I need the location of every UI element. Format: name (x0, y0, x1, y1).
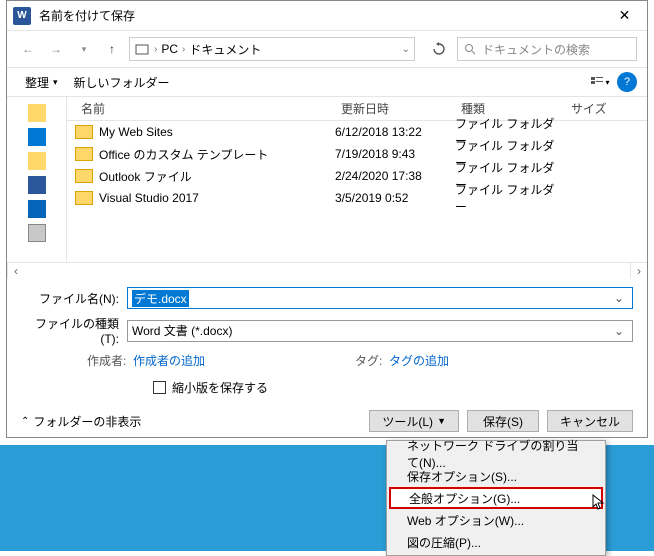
cursor-icon (592, 494, 606, 510)
filetype-value: Word 文書 (*.docx) (132, 322, 610, 339)
folder-icon (75, 147, 93, 161)
breadcrumb[interactable]: › PC › ドキュメント ⌄ (129, 37, 415, 61)
nav-row: ← → ▾ ↑ › PC › ドキュメント ⌄ ドキュメントの検索 (7, 31, 647, 67)
tools-menu: ネットワーク ドライブの割り当て(N)... 保存オプション(S)... 全般オ… (386, 440, 606, 556)
add-author-link[interactable]: 作成者の追加 (133, 354, 205, 368)
search-input[interactable]: ドキュメントの検索 (457, 37, 637, 61)
add-tag-link[interactable]: タグの追加 (389, 354, 449, 368)
thumbnail-checkbox[interactable] (153, 381, 166, 394)
menu-item-compress-pictures[interactable]: 図の圧縮(P)... (389, 531, 603, 553)
sidebar-item[interactable] (7, 197, 66, 221)
organize-button[interactable]: 整理 ▾ (17, 72, 66, 93)
word-icon: W (13, 7, 31, 25)
view-options-button[interactable]: ▾ (589, 71, 611, 93)
recent-dropdown[interactable]: ▾ (73, 38, 95, 60)
chevron-down-icon: ▼ (437, 416, 446, 426)
chevron-down-icon[interactable]: ⌄ (610, 324, 628, 338)
filename-value: デモ.docx (132, 290, 189, 307)
close-button[interactable]: ✕ (602, 1, 647, 31)
up-button[interactable]: ↑ (101, 38, 123, 60)
thumbnail-label: 縮小版を保存する (172, 379, 268, 396)
folder-icon (75, 125, 93, 139)
scroll-left-button[interactable]: ‹ (7, 263, 24, 279)
save-as-dialog: W 名前を付けて保存 ✕ ← → ▾ ↑ › PC › ドキュメント ⌄ ドキュ… (6, 0, 648, 438)
window-title: 名前を付けて保存 (39, 7, 602, 24)
file-list: 名前 更新日時 種類 サイズ My Web Sites6/12/2018 13:… (67, 97, 647, 262)
cancel-button[interactable]: キャンセル (547, 410, 633, 432)
chevron-down-icon: ⌃ (21, 416, 29, 427)
chevron-right-icon: › (154, 44, 157, 55)
hide-folders-button[interactable]: ⌃ フォルダーの非表示 (21, 413, 361, 430)
sidebar-item[interactable] (7, 221, 66, 245)
tools-button[interactable]: ツール(L)▼ (369, 410, 459, 432)
filename-label: ファイル名(N): (21, 290, 119, 307)
back-button[interactable]: ← (17, 38, 39, 60)
sidebar (7, 97, 67, 262)
help-button[interactable]: ? (617, 72, 637, 92)
search-icon (464, 43, 476, 55)
scroll-right-button[interactable]: › (630, 263, 647, 279)
h-scrollbar[interactable]: ‹ › (7, 262, 647, 279)
titlebar: W 名前を付けて保存 ✕ (7, 1, 647, 31)
sidebar-item[interactable] (7, 173, 66, 197)
sidebar-item[interactable] (7, 101, 66, 125)
filetype-label: ファイルの種類(T): (21, 315, 119, 346)
folder-icon (75, 191, 93, 205)
chevron-down-icon[interactable]: ⌄ (610, 291, 628, 305)
chevron-down-icon[interactable]: ⌄ (402, 44, 410, 55)
folder-icon (134, 41, 150, 57)
crumb-documents[interactable]: ドキュメント (189, 41, 261, 58)
save-button[interactable]: 保存(S) (467, 410, 539, 432)
author-label: 作成者: (87, 354, 126, 368)
filetype-field[interactable]: Word 文書 (*.docx) ⌄ (127, 320, 633, 342)
folder-icon (75, 169, 93, 183)
sidebar-item[interactable] (7, 149, 66, 173)
filename-field[interactable]: デモ.docx ⌄ (127, 287, 633, 309)
chevron-right-icon: › (182, 44, 185, 55)
col-size[interactable]: サイズ (565, 100, 625, 117)
menu-item-map-network[interactable]: ネットワーク ドライブの割り当て(N)... (389, 443, 603, 465)
menu-item-general-options[interactable]: 全般オプション(G)... (389, 487, 603, 509)
toolbar: 整理 ▾ 新しいフォルダー ▾ ? (7, 67, 647, 97)
crumb-pc[interactable]: PC (161, 42, 178, 56)
col-date[interactable]: 更新日時 (335, 100, 455, 117)
sidebar-item[interactable] (7, 125, 66, 149)
file-row[interactable]: Visual Studio 20173/5/2019 0:52ファイル フォルダ… (67, 187, 647, 209)
new-folder-button[interactable]: 新しいフォルダー (66, 72, 178, 93)
refresh-button[interactable] (427, 37, 451, 61)
forward-button: → (45, 38, 67, 60)
tag-label: タグ: (355, 354, 382, 368)
col-name[interactable]: 名前 (75, 100, 335, 117)
menu-item-web-options[interactable]: Web オプション(W)... (389, 509, 603, 531)
search-placeholder: ドキュメントの検索 (482, 41, 590, 58)
